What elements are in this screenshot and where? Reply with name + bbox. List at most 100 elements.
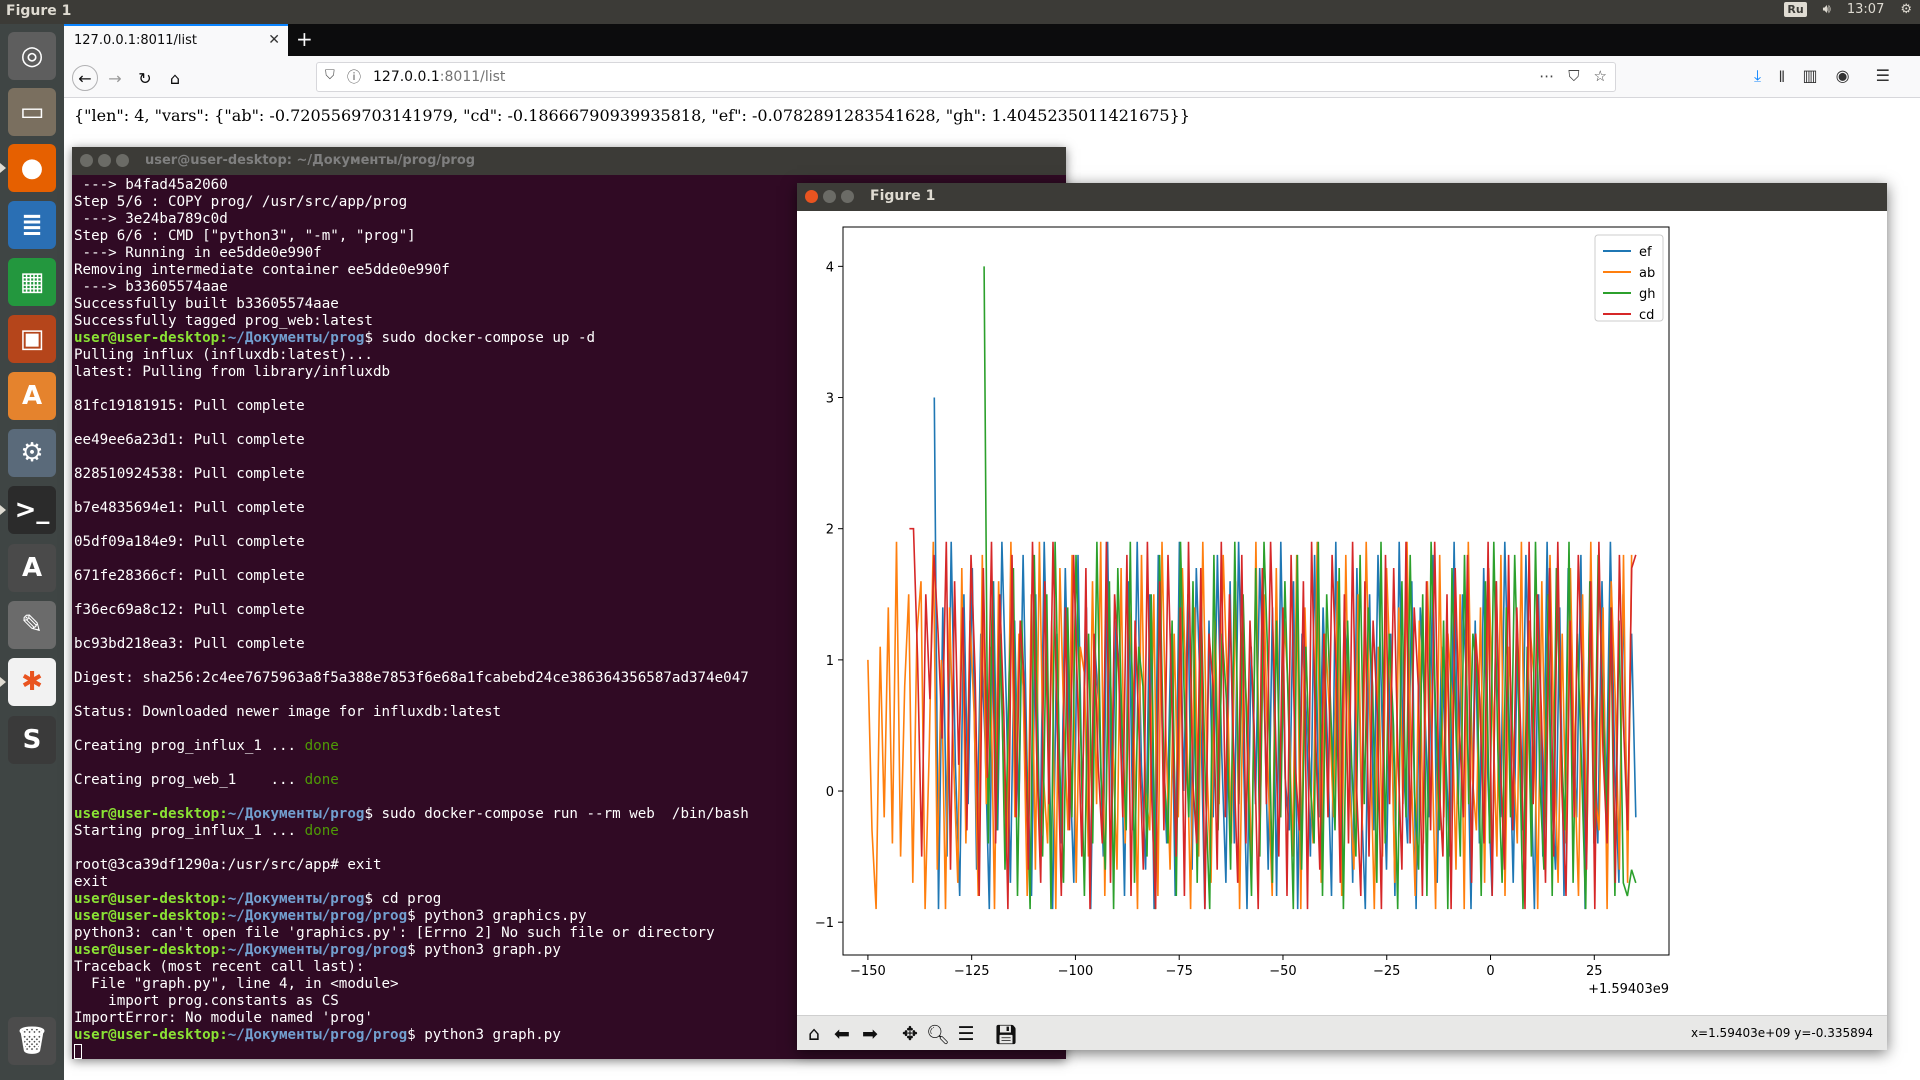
terminal-line: Successfully tagged prog_web:latest [74,313,749,330]
prompt-separator: : [219,806,228,822]
ubuntu-dash-icon[interactable]: ◎ [8,32,56,80]
page-actions-menu-icon[interactable]: ⋯ [1539,67,1554,85]
x-offset-text: +1.59403e9 [1588,982,1669,997]
firefox-icon[interactable]: ● [8,144,56,192]
output-text: File "graph.py", line 4, in <module> [74,976,399,992]
terminal-line: exit [74,874,749,891]
writer-icon[interactable]: ≣ [8,201,56,249]
keyboard-layout-indicator[interactable]: Ru [1784,2,1807,17]
new-tab-icon[interactable]: + [296,27,313,51]
terminal-output[interactable]: ---> b4fad45a2060 Step 5/6 : COPY prog/ /… [74,177,749,1061]
trash-icon[interactable]: 🗑 [8,1017,56,1065]
close-icon[interactable] [805,190,818,203]
minimize-icon[interactable] [98,154,111,167]
matplotlib-figure-window[interactable]: Figure 1 −150 −125 −100 −75 −50 −25 0 25 −1 0 1 2 3 4… [797,183,1887,1050]
output-text: ---> b33605574aae [74,279,228,295]
output-text: Pulling influx (influxdb:latest)... [74,347,373,363]
output-text: Status: Downloaded newer image for influ… [74,704,502,720]
output-text: Starting prog_influx_1 ... [74,823,305,839]
y-tick-label: 1 [826,654,834,669]
save-icon[interactable]: 💾︎ [993,1021,1019,1047]
reload-icon[interactable]: ↻ [132,65,158,91]
output-text: latest: Pulling from library/influxdb [74,364,391,380]
zoom-icon[interactable]: 🔍︎ [925,1021,951,1047]
pan-icon[interactable]: ✥ [897,1021,923,1047]
output-text: import prog.constants as CS [74,993,339,1009]
command-text: $ cd prog [364,891,442,907]
calc-icon[interactable]: ▦ [8,258,56,306]
account-icon[interactable]: ◉ [1836,66,1850,93]
terminal-line: Digest: sha256:2c4ee7675963a8f5a388e7853… [74,670,749,687]
terminal-line: root@3ca39df1290a:/usr/src/app# exit [74,857,749,874]
library-icon[interactable]: 𝍪 [1779,66,1784,93]
impress-icon[interactable]: ▣ [8,315,56,363]
cursor-coordinates: x=1.59403e+09 y=-0.335894 [1690,1026,1873,1040]
home-icon[interactable]: ⌂ [801,1021,827,1047]
browser-tab[interactable]: 127.0.0.1:8011/list ✕ [64,24,288,56]
software-center-icon[interactable]: A [8,372,56,420]
prompt-path: ~/Документы/prog [227,806,365,822]
downloads-icon[interactable]: ⤓ [1754,66,1761,93]
terminal-line: Pulling influx (influxdb:latest)... [74,347,749,364]
prompt-path: ~/Документы/prog [227,891,365,907]
terminal-line: Traceback (most recent call last): [74,959,749,976]
output-text: Digest: sha256:2c4ee7675963a8f5a388e7853… [74,670,749,686]
bookmark-star-icon[interactable]: ☆ [1594,67,1607,85]
output-text: Successfully tagged prog_web:latest [74,313,373,329]
y-tick-label: 0 [826,785,834,800]
volume-icon[interactable]: 🔊︎ [1823,2,1831,17]
clock[interactable]: 13:07 [1847,2,1884,17]
terminal-cursor [74,1044,82,1059]
plot-canvas[interactable]: −150 −125 −100 −75 −50 −25 0 25 −1 0 1 2 3 4 +1.59403e… [797,211,1887,1015]
output-text: Successfully built b33605574aae [74,296,339,312]
back-icon[interactable]: ← [72,65,98,91]
prompt-user: user@user-desktop [74,330,220,346]
tab-close-icon[interactable]: ✕ [268,32,280,48]
x-tick-label: −100 [1058,964,1094,979]
output-text: exit [74,874,109,890]
terminal-line: Status: Downloaded newer image for influ… [74,704,749,721]
files-icon[interactable]: ▭ [8,88,56,136]
output-text: ImportError: No module named 'prog' [74,1010,373,1026]
command-text: $ sudo docker-compose up -d [364,330,596,346]
text-editor-icon[interactable]: ✎ [8,601,56,649]
site-info-icon[interactable]: ⓘ [347,67,361,87]
forward-icon[interactable]: → [102,65,128,91]
hamburger-menu-icon[interactable]: ☰ [1876,66,1890,93]
maximize-icon[interactable] [116,154,129,167]
power-gear-icon[interactable]: ⚙ [1900,2,1912,17]
prompt-separator: : [219,908,228,924]
terminal-icon[interactable]: >_ [8,486,56,534]
system-settings-icon[interactable]: ⚙ [8,429,56,477]
status-done: done [304,738,339,754]
output-text: ---> Running in ee5dde0e990f [74,245,322,261]
x-tick-label: 25 [1586,964,1603,979]
pocket-icon[interactable]: ⛉ [1568,67,1579,85]
sidebar-icon[interactable]: ▥ [1803,66,1818,93]
prompt-separator: : [219,942,228,958]
sublime-text-icon[interactable]: S [8,716,56,764]
back-icon[interactable]: ⬅ [829,1021,855,1047]
figure-app-icon[interactable]: ✱ [8,658,56,706]
configure-subplots-icon[interactable]: ☰ [953,1021,979,1047]
forward-icon[interactable]: ➡ [857,1021,883,1047]
home-icon[interactable]: ⌂ [162,65,188,91]
terminal-titlebar[interactable]: user@user-desktop: ~/Документы/prog/prog [72,147,1066,175]
figure-title: Figure 1 [870,188,936,204]
terminal-line: ---> b33605574aae [74,279,749,296]
tracking-protection-shield-icon[interactable]: ⛉ [325,68,335,83]
output-text: ee49ee6a23d1: Pull complete [74,432,305,448]
close-icon[interactable] [80,154,93,167]
software-updater-icon[interactable]: A [8,544,56,592]
minimize-icon[interactable] [823,190,836,203]
maximize-icon[interactable] [841,190,854,203]
url-text[interactable]: 127.0.0.1:8011/list [373,69,505,85]
command-text: $ python3 graphics.py [407,908,587,924]
url-path: :8011/list [439,69,506,85]
figure-titlebar[interactable]: Figure 1 [797,183,1887,211]
url-bar[interactable]: ⛉ ⓘ 127.0.0.1:8011/list ⋯ ⛉ ☆ [316,62,1616,92]
